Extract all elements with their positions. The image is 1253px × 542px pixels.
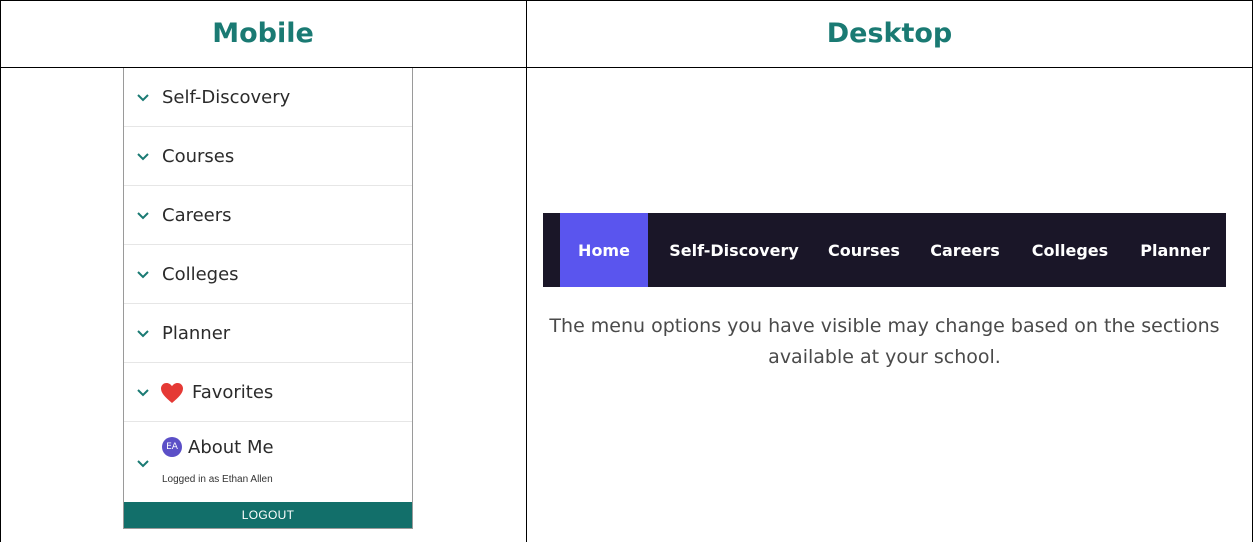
nav-item-courses[interactable]: Courses [822,213,906,287]
logout-button[interactable]: LOGOUT [124,502,412,528]
comparison-table: Mobile Desktop Self-Discovery Courses Ca… [0,0,1253,542]
mobile-header: Mobile [212,18,314,49]
mobile-item-label: About Me [188,437,274,458]
chevron-down-icon [137,389,149,397]
chevron-down-icon [137,212,149,220]
mobile-item-label: Courses [162,145,235,167]
mobile-item-about-me[interactable]: EA About Me Logged in as Ethan Allen [124,422,412,502]
mobile-item-label: Planner [162,322,231,344]
mobile-item-label: Self-Discovery [162,86,291,108]
mobile-item-self-discovery[interactable]: Self-Discovery [124,68,412,127]
mobile-item-courses[interactable]: Courses [124,127,412,186]
mobile-menu: Self-Discovery Courses Careers Colleges … [123,68,413,529]
desktop-navbar: Home Self-Discovery Courses Careers Coll… [543,213,1226,287]
mobile-item-planner[interactable]: Planner [124,304,412,363]
mobile-item-label: Careers [162,204,232,226]
nav-item-careers[interactable]: Careers [925,213,1005,287]
mobile-item-colleges[interactable]: Colleges [124,245,412,304]
mobile-item-favorites[interactable]: Favorites [124,363,412,422]
mobile-item-label: Favorites [192,381,274,403]
nav-item-self-discovery[interactable]: Self-Discovery [661,213,807,287]
avatar: EA [162,437,182,457]
table-border-left [0,0,1,542]
mobile-item-label: Colleges [162,263,239,285]
chevron-down-icon [137,460,149,468]
table-border-middle [526,0,527,542]
chevron-down-icon [137,330,149,338]
chevron-down-icon [137,153,149,161]
nav-item-home[interactable]: Home [560,213,648,287]
mobile-item-careers[interactable]: Careers [124,186,412,245]
nav-item-planner[interactable]: Planner [1133,213,1217,287]
nav-item-colleges[interactable]: Colleges [1021,213,1119,287]
logged-in-text: Logged in as Ethan Allen [162,474,273,485]
chevron-down-icon [137,271,149,279]
chevron-down-icon [137,94,149,102]
heart-icon [161,383,183,403]
menu-description: The menu options you have visible may ch… [549,315,1220,368]
desktop-header: Desktop [826,18,953,49]
